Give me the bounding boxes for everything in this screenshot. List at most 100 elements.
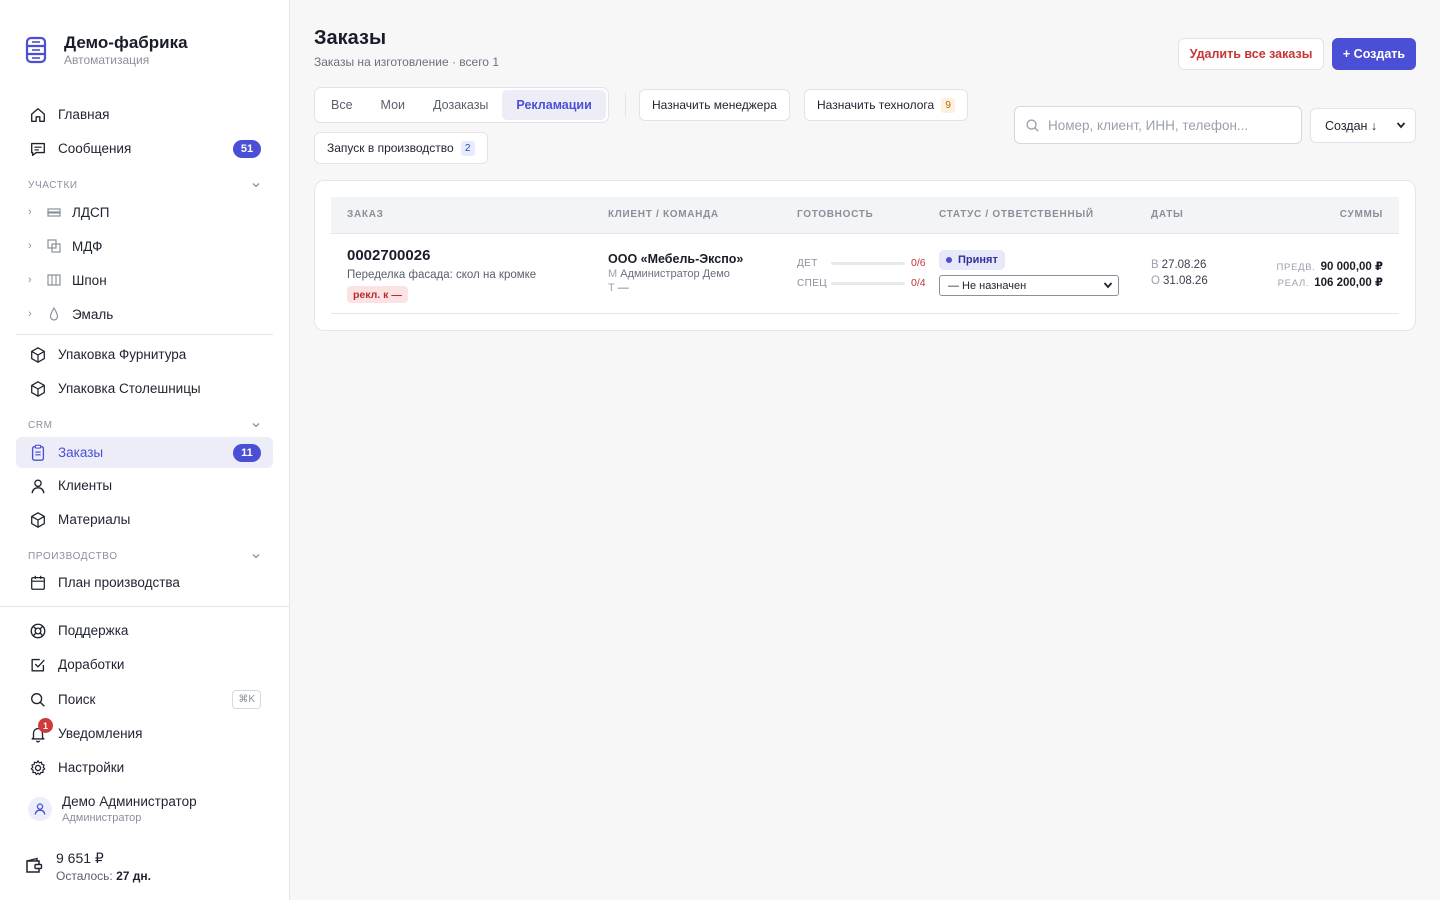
delete-all-orders-button[interactable]: Удалить все заказы [1178,38,1324,70]
sidebar-item-production-plan[interactable]: План производства [16,567,273,598]
search-input[interactable] [1048,117,1288,133]
tab-claims[interactable]: Рекламации [502,90,606,120]
column-header-readiness: ГОТОВНОСТЬ [797,209,874,220]
sidebar-item-support[interactable]: Поддержка [16,615,273,646]
shortcut-hint: ⌘K [232,690,261,709]
assign-manager-button[interactable]: Назначить менеджера [639,89,790,121]
sidebar-item-label: Упаковка Фурнитура [58,347,187,362]
calendar-icon [28,573,48,593]
message-icon [28,139,48,159]
assign-technologist-count: 9 [941,97,956,113]
table-header: ЗАКАЗ КЛИЕНТ / КОМАНДА ГОТОВНОСТЬ СТАТУС… [331,197,1399,234]
chevron-right-icon: › [28,240,32,252]
readiness-details: ДЕТ 0/6 [797,257,926,269]
order-description: Переделка фасада: скол на кромке [347,269,537,281]
user-role: Администратор [62,812,142,824]
column-header-sums: СУММЫ [1339,209,1383,220]
cube-icon [28,510,48,530]
progress-bar [831,281,905,285]
column-header-dates: ДАТЫ [1151,209,1184,220]
launch-production-count: 2 [460,140,475,156]
user-name: Демо Администратор [62,794,197,809]
section-production[interactable]: Производство [28,550,262,562]
tab-reorders[interactable]: Дозаказы [419,90,502,120]
sidebar-item-label: Поддержка [58,623,129,638]
order-number[interactable]: 0002700026 [347,247,430,264]
divider [16,334,273,335]
sidebar-item-veneer[interactable]: › Шпон [28,265,107,295]
search-icon [1026,118,1039,132]
sidebar-item-label: Сообщения [58,141,132,156]
responsible-select[interactable]: — Не назначен [939,275,1119,296]
sidebar-item-settings[interactable]: Настройки [16,752,273,783]
brand-subtitle: Автоматизация [64,53,150,67]
sidebar-item-label: Настройки [58,760,125,775]
columns-icon [46,272,62,288]
wallet[interactable]: 9 651 ₽ Осталось: 27 дн. [24,850,151,883]
brand-title: Демо-фабрика [64,33,188,52]
chevron-right-icon: › [28,206,32,218]
sidebar-item-messages[interactable]: Сообщения 51 [16,133,273,164]
chevron-down-icon [252,183,260,188]
divider [0,606,290,607]
chevron-down-icon [252,423,260,428]
user-profile[interactable]: Демо Администратор Администратор [28,794,197,824]
sidebar-item-enamel[interactable]: › Эмаль [28,299,113,329]
status-badge: Принят [939,250,1005,270]
messages-count-badge: 51 [233,140,261,158]
create-order-button[interactable]: + Создать [1332,38,1416,70]
section-sites[interactable]: Участки [28,179,262,191]
sidebar-item-packing-hardware[interactable]: Упаковка Фурнитура [16,339,273,370]
launch-production-button[interactable]: Запуск в производство 2 [314,132,488,164]
table-row[interactable]: 0002700026 Переделка фасада: скол на кро… [331,234,1399,314]
page-subtitle: Заказы на изготовление · всего 1 [314,55,499,69]
status-dot-icon [946,257,952,263]
database-icon [25,36,47,64]
sidebar-item-materials[interactable]: Материалы [16,504,273,535]
sidebar-item-orders[interactable]: Заказы 11 [16,437,273,468]
sidebar-item-improvements[interactable]: Доработки [16,649,273,680]
sidebar-item-label: Эмаль [72,306,114,322]
sort-select[interactable]: Создан ↓ [1310,108,1416,143]
orders-count-badge: 11 [233,444,261,462]
client-name[interactable]: ООО «Мебель-Экспо» [608,252,743,266]
wallet-amount: 9 651 ₽ [56,850,104,866]
claim-tag: рекл. к — [347,286,408,303]
sidebar-item-notifications[interactable]: 1 Уведомления [16,718,273,749]
notifications-count-badge: 1 [38,718,53,733]
sidebar-item-label: МДФ [72,238,103,254]
tab-all[interactable]: Все [317,90,367,120]
avatar [28,797,52,821]
sidebar-item-label: Упаковка Столешницы [58,381,201,396]
divider [625,93,626,117]
sidebar-item-packing-countertops[interactable]: Упаковка Столешницы [16,373,273,404]
sidebar-item-home[interactable]: Главная [16,99,273,130]
wallet-days-left: Осталось: 27 дн. [56,869,151,883]
team-manager: М Администратор Демо [608,268,730,280]
section-crm[interactable]: CRM [28,419,262,431]
search-box[interactable] [1014,106,1302,144]
search-icon [28,690,48,710]
box-icon [28,379,48,399]
sidebar-item-label: Уведомления [58,726,143,741]
home-icon [28,105,48,125]
page-title: Заказы [314,27,387,49]
readiness-specs: СПЕЦ 0/4 [797,277,926,289]
chevron-down-icon [1103,282,1113,289]
sidebar-item-search[interactable]: Поиск ⌘K [16,684,273,715]
user-icon [28,476,48,496]
sidebar: Демо-фабрика Автоматизация Главная Сообщ… [0,0,290,900]
date-end: О 31.08.26 [1151,275,1208,287]
column-header-order: ЗАКАЗ [347,209,384,220]
sidebar-item-mdf[interactable]: › МДФ [28,231,102,261]
checkbox-icon [28,655,48,675]
sidebar-item-ldsp[interactable]: › ЛДСП [28,197,109,227]
brand[interactable]: Демо-фабрика Автоматизация [24,34,188,67]
sidebar-item-clients[interactable]: Клиенты [16,470,273,501]
tab-mine[interactable]: Мои [367,90,420,120]
box-icon [28,345,48,365]
progress-bar [831,261,905,265]
sidebar-item-label: ЛДСП [72,204,110,220]
assign-technologist-button[interactable]: Назначить технолога 9 [804,89,969,121]
team-technologist: Т — [608,282,629,294]
